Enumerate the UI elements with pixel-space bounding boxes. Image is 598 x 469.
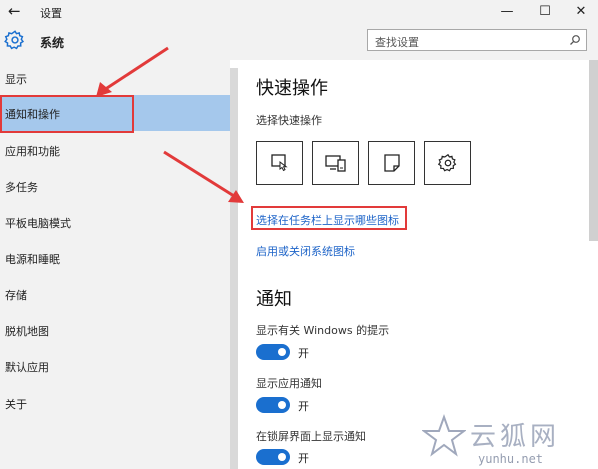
lock-screen-notifications-toggle[interactable]: [256, 449, 290, 465]
system-icons-link[interactable]: 启用或关闭系统图标: [256, 243, 355, 259]
sidebar-item-power-sleep[interactable]: 电源和睡眠: [0, 240, 230, 276]
settings-gear-icon: [437, 153, 456, 172]
notifications-title: 通知: [256, 289, 292, 310]
sidebar-item-display[interactable]: 显示: [0, 60, 230, 96]
sidebar-item-default-apps[interactable]: 默认应用: [0, 348, 230, 384]
sidebar-item-storage[interactable]: 存储: [0, 276, 230, 312]
sidebar-scrollbar[interactable]: [230, 68, 238, 469]
search-placeholder: 查找设置: [375, 36, 419, 49]
star-icon: [422, 414, 466, 457]
highlight-box-link: [251, 206, 407, 230]
sidebar-item-multitasking[interactable]: 多任务: [0, 168, 230, 204]
maximize-button[interactable]: ☐: [528, 0, 562, 22]
sidebar-item-label: 电源和睡眠: [5, 253, 60, 266]
watermark: 云狐网 yunhu.net: [420, 408, 598, 469]
quick-actions-title: 快速操作: [256, 78, 328, 99]
sidebar-item-label: 应用和功能: [5, 145, 60, 158]
lock-screen-notifications-state: 开: [298, 452, 309, 465]
quick-action-note[interactable]: [368, 141, 415, 185]
sidebar-item-about[interactable]: 关于: [0, 385, 230, 421]
sidebar-item-label: 显示: [5, 73, 27, 86]
window-title: 设置: [40, 7, 62, 20]
app-notifications-label: 显示应用通知: [256, 377, 322, 390]
search-icon[interactable]: [569, 34, 581, 46]
windows-tips-toggle[interactable]: [256, 344, 290, 360]
sidebar-item-label: 多任务: [5, 181, 38, 194]
app-notifications-state: 开: [298, 400, 309, 413]
sidebar-item-apps-features[interactable]: 应用和功能: [0, 132, 230, 168]
connect-display-icon: [324, 155, 346, 172]
back-button[interactable]: ←: [8, 2, 21, 20]
main-scrollbar[interactable]: [589, 60, 598, 241]
sidebar-item-offline-maps[interactable]: 脱机地图: [0, 312, 230, 348]
title-bar: ← 设置 — ☐ ✕: [0, 0, 598, 24]
tablet-mode-icon: [270, 154, 288, 172]
highlight-box-sidebar: [0, 95, 134, 133]
quick-action-settings[interactable]: [424, 141, 471, 185]
sidebar-item-label: 脱机地图: [5, 325, 49, 338]
watermark-url: yunhu.net: [478, 452, 544, 466]
quick-action-connect[interactable]: [312, 141, 359, 185]
sidebar-item-label: 关于: [5, 398, 27, 411]
close-button[interactable]: ✕: [564, 0, 598, 22]
sidebar-item-label: 存储: [5, 289, 27, 302]
app-notifications-toggle[interactable]: [256, 397, 290, 413]
watermark-text: 云狐网: [470, 422, 561, 452]
quick-action-tablet-mode[interactable]: [256, 141, 303, 185]
page-title: 系统: [40, 36, 65, 50]
windows-tips-label: 显示有关 Windows 的提示: [256, 324, 390, 337]
sidebar-item-label: 平板电脑模式: [5, 217, 71, 230]
sidebar-item-label: 默认应用: [5, 361, 49, 374]
quick-actions-subtitle: 选择快速操作: [256, 114, 322, 127]
lock-screen-notifications-label: 在锁屏界面上显示通知: [256, 430, 366, 443]
search-input[interactable]: 查找设置: [367, 29, 587, 51]
gear-icon: [4, 30, 25, 50]
sidebar-item-tablet-mode[interactable]: 平板电脑模式: [0, 204, 230, 240]
minimize-button[interactable]: —: [490, 0, 524, 22]
note-icon: [383, 154, 400, 172]
page-header: 系统 查找设置: [0, 24, 598, 60]
windows-tips-state: 开: [298, 347, 309, 360]
